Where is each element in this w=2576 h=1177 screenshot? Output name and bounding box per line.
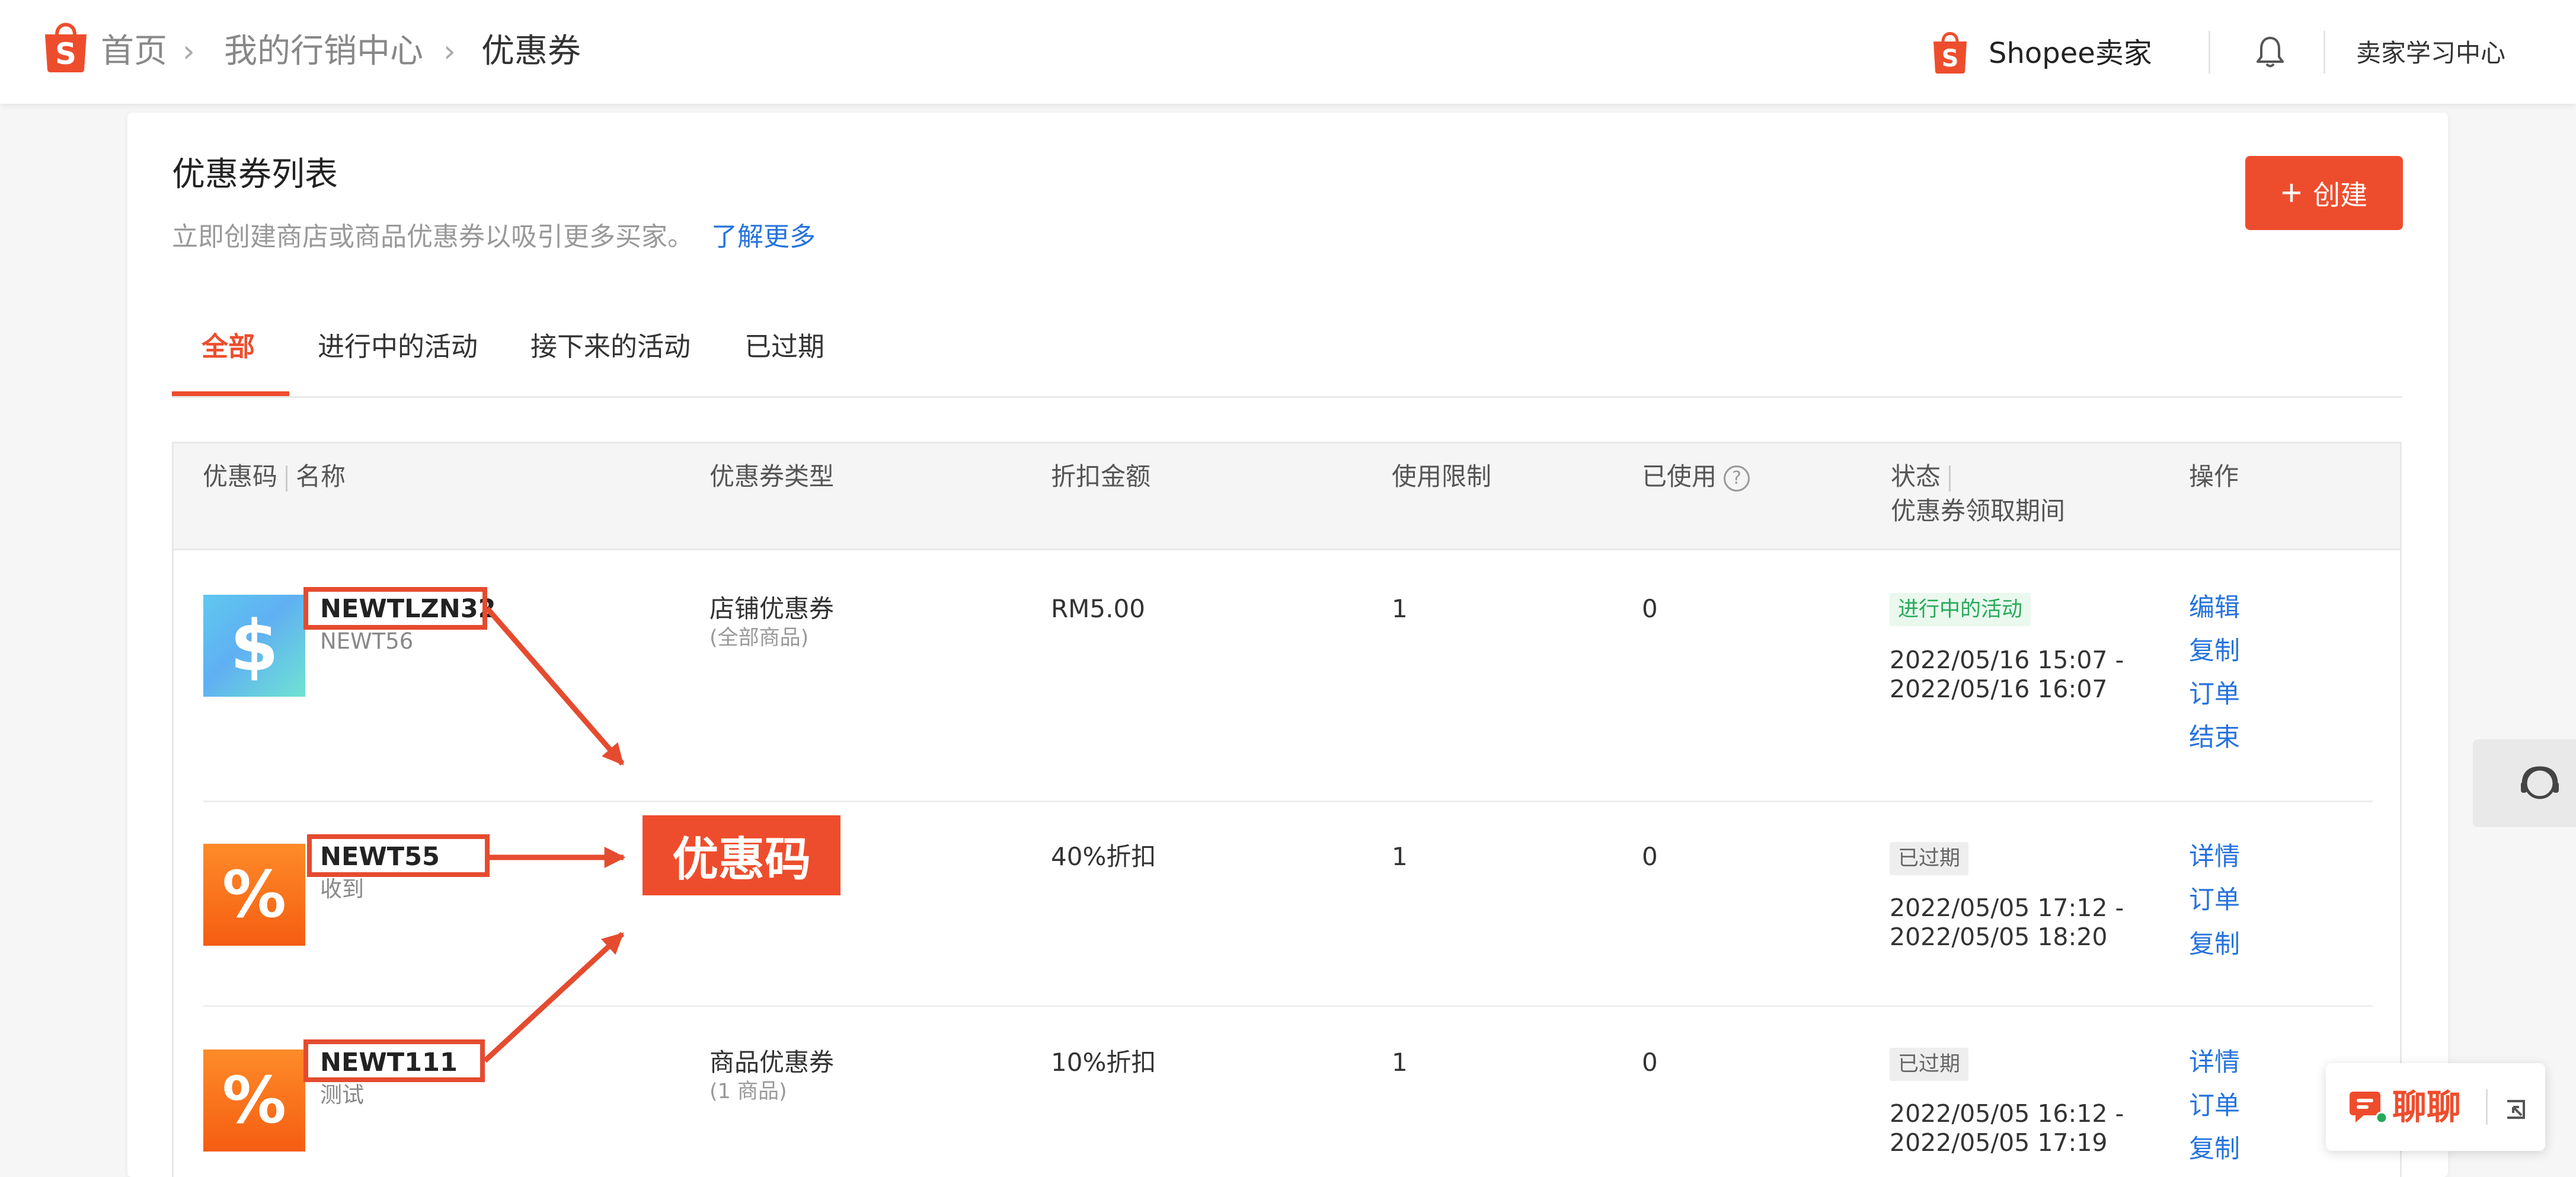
- header-status-label: 状态: [1891, 462, 1941, 491]
- header-code: 优惠码: [203, 462, 278, 491]
- plus-icon: +: [2280, 172, 2303, 213]
- header-coupon-type: 优惠券类型: [709, 462, 835, 491]
- svg-text:S: S: [55, 37, 76, 71]
- top-navigation-bar: S 首页 › 我的行销中心 › 优惠券 S Shopee卖家 卖家学习中心: [0, 0, 2576, 104]
- header-divider: [2209, 31, 2210, 74]
- status-badge: 已过期: [1890, 1048, 1969, 1081]
- highlight-box: [307, 834, 490, 877]
- headset-icon: [2521, 766, 2559, 799]
- discount-amount: 10%折扣: [1051, 1048, 1156, 1077]
- create-coupon-button[interactable]: + 创建: [2245, 156, 2403, 230]
- breadcrumb-marketing-center[interactable]: 我的行销中心: [224, 31, 423, 72]
- header-name: 名称: [296, 462, 346, 491]
- breadcrumb-current: 优惠券: [481, 32, 581, 71]
- usage-limit: 1: [1392, 594, 1408, 623]
- tab-all[interactable]: 全部: [202, 326, 255, 368]
- usage-limit: 1: [1392, 1048, 1408, 1077]
- help-icon[interactable]: ?: [1724, 465, 1750, 492]
- coupon-thumbnail-percent: %: [203, 844, 305, 946]
- header-discount-amount: 折扣金额: [1051, 462, 1151, 491]
- header-actions: 操作: [2189, 462, 2239, 491]
- header-used-label: 已使用: [1642, 462, 1717, 491]
- edit-link[interactable]: 编辑: [2189, 592, 2240, 624]
- copy-link[interactable]: 复制: [2189, 635, 2240, 667]
- claim-period-start: 2022/05/05 17:12 -: [1890, 894, 2124, 922]
- learn-more-link[interactable]: 了解更多: [711, 222, 816, 252]
- header-usage-limit: 使用限制: [1392, 462, 1492, 491]
- shop-name[interactable]: Shopee卖家: [1989, 34, 2152, 73]
- coupon-thumbnail-percent: %: [203, 1050, 305, 1152]
- orders-link[interactable]: 订单: [2189, 678, 2240, 710]
- discount-amount: 40%折扣: [1051, 842, 1156, 871]
- seller-learning-center-link[interactable]: 卖家学习中心: [2356, 36, 2505, 71]
- customer-support-button[interactable]: [2473, 739, 2576, 827]
- table-header: [174, 444, 2400, 550]
- minimize-icon[interactable]: [2501, 1093, 2531, 1122]
- orders-link[interactable]: 订单: [2189, 884, 2240, 916]
- usage-limit: 1: [1392, 842, 1408, 871]
- subtitle-text: 立即创建商店或商品优惠券以吸引更多买家。: [172, 222, 693, 252]
- svg-text:S: S: [1942, 45, 1959, 72]
- claim-period-end: 2022/05/05 18:20: [1890, 923, 2108, 951]
- claim-period-start: 2022/05/16 15:07 -: [1890, 646, 2124, 674]
- chat-widget[interactable]: 聊聊: [2326, 1063, 2545, 1151]
- create-button-label: 创建: [2313, 179, 2368, 210]
- row-divider: [203, 1005, 2373, 1007]
- shopee-bag-icon: S: [1933, 32, 1967, 74]
- discount-amount: RM5.00: [1051, 594, 1145, 623]
- row-divider: [203, 800, 2373, 802]
- chat-divider: [2486, 1089, 2488, 1125]
- bell-icon[interactable]: [2252, 34, 2288, 70]
- breadcrumb-home[interactable]: 首页: [101, 31, 167, 72]
- header-status: 状态: [1891, 460, 1951, 493]
- copy-link[interactable]: 复制: [2189, 1133, 2240, 1165]
- highlight-box: [303, 587, 487, 630]
- header-separator: [286, 465, 288, 492]
- chat-icon: [2350, 1092, 2388, 1124]
- tab-divider: [172, 396, 2402, 398]
- breadcrumb-separator: ›: [183, 34, 195, 69]
- status-badge: 进行中的活动: [1890, 593, 2031, 626]
- header-divider: [2323, 31, 2325, 74]
- used-count: 0: [1642, 842, 1658, 871]
- shopee-logo-icon[interactable]: S: [41, 17, 90, 74]
- breadcrumb-separator: ›: [443, 34, 456, 69]
- page-title: 优惠券列表: [172, 155, 338, 194]
- used-count: 0: [1642, 594, 1658, 623]
- coupon-name: 收到: [320, 876, 364, 902]
- chat-label: 聊聊: [2392, 1087, 2462, 1127]
- page-subtitle: 立即创建商店或商品优惠券以吸引更多买家。 了解更多: [172, 216, 816, 258]
- coupon-name: NEWT56: [320, 629, 414, 654]
- coupon-type-scope: (全部商品): [709, 626, 809, 650]
- coupon-type: 店铺优惠券: [709, 594, 835, 623]
- header-code-name: 优惠码 名称: [203, 460, 346, 493]
- annotation-callout-label: 优惠码: [643, 815, 840, 895]
- status-badge: 已过期: [1890, 842, 1969, 875]
- tab-upcoming[interactable]: 接下来的活动: [530, 326, 691, 368]
- coupon-name: 测试: [320, 1082, 364, 1108]
- tab-ongoing[interactable]: 进行中的活动: [318, 326, 478, 368]
- coupon-table: [172, 442, 2402, 1177]
- orders-link[interactable]: 订单: [2189, 1090, 2240, 1122]
- coupon-thumbnail-dollar: $: [203, 595, 305, 697]
- details-link[interactable]: 详情: [2189, 1047, 2240, 1079]
- header-claim-period: 优惠券领取期间: [1891, 496, 2066, 525]
- highlight-box: [303, 1039, 485, 1082]
- claim-period-end: 2022/05/05 17:19: [1890, 1128, 2108, 1157]
- details-link[interactable]: 详情: [2189, 841, 2240, 873]
- claim-period-start: 2022/05/05 16:12 -: [1890, 1099, 2124, 1128]
- coupon-type-scope: (1 商品): [709, 1080, 787, 1103]
- coupon-type: 商品优惠券: [709, 1048, 835, 1077]
- end-link[interactable]: 结束: [2189, 722, 2240, 754]
- used-count: 0: [1642, 1048, 1658, 1077]
- active-tab-indicator: [172, 391, 289, 396]
- copy-link[interactable]: 复制: [2189, 929, 2240, 961]
- header-used: 已使用?: [1642, 460, 1750, 493]
- claim-period-end: 2022/05/16 16:07: [1890, 675, 2108, 703]
- header-separator: [1949, 465, 1951, 492]
- tab-expired[interactable]: 已过期: [744, 326, 824, 368]
